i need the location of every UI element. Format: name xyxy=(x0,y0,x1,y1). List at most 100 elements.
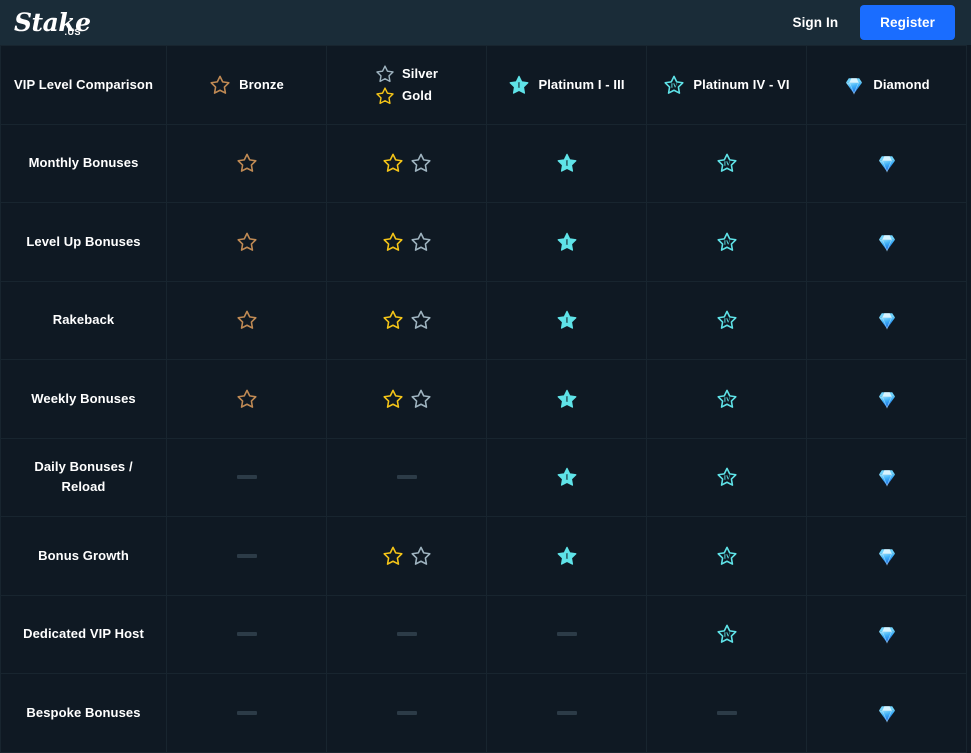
cell-icon-group: I xyxy=(487,545,646,567)
star-numeral-text: IV xyxy=(671,83,678,89)
header-tier-label: Silver xyxy=(401,66,438,82)
table-cell-platinum-4-6: IV xyxy=(646,438,807,517)
register-button[interactable]: Register xyxy=(860,5,955,40)
row-header-cell: Monthly Bonuses xyxy=(0,124,167,203)
star-numeral-text: IV xyxy=(723,240,730,246)
star-numeral-icon: IV xyxy=(716,624,737,644)
header-diamond-inner: Diamond xyxy=(807,74,966,96)
star-outline-icon xyxy=(236,310,257,330)
header-cell-diamond: Diamond xyxy=(806,45,967,125)
cell-icon-group: I xyxy=(487,152,646,174)
cell-icon-group xyxy=(807,152,966,174)
row-header-cell: Rakeback xyxy=(0,281,167,360)
logo-tld: .US xyxy=(64,27,82,37)
table-row: Daily Bonuses / Reload I IV xyxy=(0,438,967,517)
star-numeral-icon: IV xyxy=(716,153,737,173)
cell-icon-group xyxy=(167,632,326,637)
star-outline-icon xyxy=(382,389,403,408)
table-body: Monthly Bonuses I IV Level Up Bonuses I IV Rak… xyxy=(0,124,967,753)
star-outline-icon xyxy=(210,75,230,94)
star-outline-icon xyxy=(236,389,257,408)
cell-icon-group xyxy=(167,309,326,331)
star-numeral-text: I xyxy=(565,239,568,246)
star-numeral-icon: IV xyxy=(716,467,737,487)
diamond-gem-icon xyxy=(878,156,895,173)
unavailable-dash-icon xyxy=(396,475,417,480)
table-cell-bronze xyxy=(166,124,327,203)
table-cell-silver-gold xyxy=(326,202,487,282)
sign-in-button[interactable]: Sign In xyxy=(784,9,846,36)
star-numeral-text: I xyxy=(565,475,568,482)
cell-icon-group xyxy=(807,388,966,410)
cell-icon-group xyxy=(807,702,966,724)
cell-icon-group xyxy=(327,309,486,331)
star-filled-icon: I xyxy=(557,467,576,486)
table-row: Bonus Growth I IV xyxy=(0,516,967,596)
table-cell-bronze xyxy=(166,202,327,282)
cell-icon-group: I xyxy=(487,466,646,488)
table-cell-platinum-4-6: IV xyxy=(646,516,807,596)
header-tier-label: Diamond xyxy=(873,77,930,93)
star-outline-icon xyxy=(410,232,431,251)
diamond-gem-icon xyxy=(846,77,863,95)
cell-icon-group: IV xyxy=(647,152,806,174)
header-silver-gold-inner: Silver Gold xyxy=(327,64,486,106)
unavailable-dash-icon xyxy=(396,632,417,637)
diamond-gem-icon xyxy=(878,391,895,409)
row-label: Bonus Growth xyxy=(38,547,129,563)
star-outline-icon xyxy=(382,546,403,565)
table-row: Rakeback I IV xyxy=(0,281,967,360)
table-cell-diamond xyxy=(806,124,967,203)
header-tier-label: Gold xyxy=(401,88,432,104)
star-numeral-icon: IV xyxy=(716,389,737,408)
star-numeral-icon: IV xyxy=(664,75,684,94)
cell-icon-group xyxy=(807,623,966,645)
header-cell-title: VIP Level Comparison xyxy=(0,45,167,125)
table-cell-diamond xyxy=(806,438,967,517)
unavailable-dash-icon xyxy=(236,475,257,480)
row-header-cell: Bonus Growth xyxy=(0,516,167,596)
star-outline-icon xyxy=(382,153,403,173)
diamond-gem-icon xyxy=(878,548,895,566)
row-header-cell: Weekly Bonuses xyxy=(0,359,167,439)
cell-icon-group xyxy=(487,710,646,715)
cell-icon-group xyxy=(327,388,486,410)
star-outline-icon xyxy=(410,153,431,173)
header-tier-label: Platinum I - III xyxy=(538,77,625,93)
star-outline-icon xyxy=(376,87,394,104)
table-row: Weekly Bonuses I IV xyxy=(0,359,967,439)
header-cell-platinum-1-3: I Platinum I - III xyxy=(486,45,647,125)
header-tier-silver: Silver xyxy=(375,64,438,84)
table-cell-silver-gold xyxy=(326,359,487,439)
table-cell-platinum-1-3: I xyxy=(486,438,647,517)
header-platinum-4-6-inner: IV Platinum IV - VI xyxy=(647,74,806,96)
table-cell-platinum-4-6 xyxy=(646,673,807,753)
table-cell-diamond xyxy=(806,281,967,360)
cell-icon-group xyxy=(807,231,966,253)
star-outline-icon xyxy=(410,546,431,565)
table-cell-bronze xyxy=(166,516,327,596)
header-row: VIP Level Comparison Bronze Silver Gold I… xyxy=(0,45,967,125)
table-row: Level Up Bonuses I IV xyxy=(0,202,967,282)
cell-icon-group: I xyxy=(487,231,646,253)
row-header-cell: Dedicated VIP Host xyxy=(0,595,167,674)
cell-icon-group xyxy=(167,710,326,715)
row-label: Monthly Bonuses xyxy=(28,155,139,171)
table-cell-diamond xyxy=(806,359,967,439)
header-tier-label: Bronze xyxy=(239,77,284,93)
table-cell-platinum-1-3: I xyxy=(486,516,647,596)
cell-icon-group xyxy=(807,309,966,331)
stake-us-logo[interactable]: Stake .US xyxy=(14,10,91,37)
table-cell-platinum-4-6: IV xyxy=(646,202,807,282)
cell-icon-group xyxy=(167,152,326,174)
table-cell-silver-gold xyxy=(326,516,487,596)
star-outline-icon xyxy=(236,232,257,251)
row-label: Weekly Bonuses xyxy=(31,390,136,406)
top-navigation-bar: Stake .US Sign In Register xyxy=(0,0,971,45)
table-cell-platinum-1-3: I xyxy=(486,124,647,203)
row-header-cell: Level Up Bonuses xyxy=(0,202,167,282)
star-numeral-text: IV xyxy=(723,397,730,403)
row-label: Rakeback xyxy=(52,312,115,328)
table-row: Bespoke Bonuses xyxy=(0,673,967,753)
table-cell-bronze xyxy=(166,673,327,753)
